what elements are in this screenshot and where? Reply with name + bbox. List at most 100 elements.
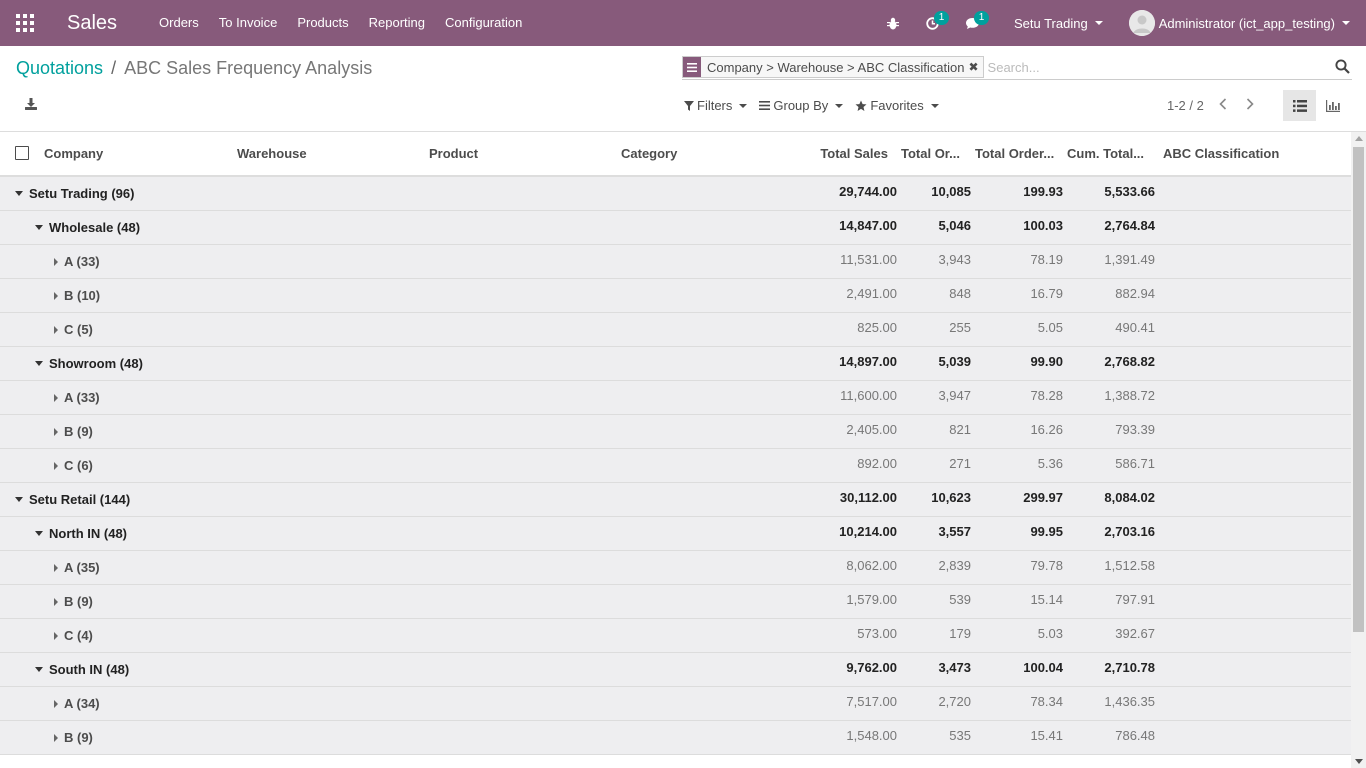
group-row[interactable]: B (9) 1,579.00 539 15.14 797.91 [0, 585, 1351, 619]
chat-icon[interactable]: 1 [962, 0, 989, 46]
group-name: A (34) [64, 696, 100, 711]
caret-right-icon [54, 393, 58, 402]
pager: 1-2 / 2 [1167, 98, 1264, 113]
favorites-label: Favorites [870, 98, 924, 113]
group-row[interactable]: South IN (48) 9,762.00 3,473 100.04 2,710.78 [0, 653, 1351, 687]
menu-item-configuration[interactable]: Configuration [435, 0, 532, 46]
column-header-company[interactable]: Company [44, 146, 103, 161]
scroll-down-arrow-icon[interactable] [1355, 759, 1363, 764]
total-order-pct-cell: 16.26 [1030, 422, 1063, 437]
group-row[interactable]: A (34) 7,517.00 2,720 78.34 1,436.35 [0, 687, 1351, 721]
group-row[interactable]: C (6) 892.00 271 5.36 586.71 [0, 449, 1351, 483]
group-row[interactable]: Setu Trading (96) 29,744.00 10,085 199.93 5,… [0, 177, 1351, 211]
group-row[interactable]: Showroom (48) 14,897.00 5,039 99.90 2,768.82 [0, 347, 1351, 381]
search-options: Filters Group By Favorites [684, 98, 951, 113]
download-icon[interactable] [24, 97, 40, 113]
search-icon[interactable] [1335, 59, 1350, 77]
total-orders-cell: 10,085 [931, 184, 971, 199]
total-orders-cell: 2,720 [938, 694, 971, 709]
group-row-label: C (5) [54, 322, 93, 337]
group-row[interactable]: A (35) 8,062.00 2,839 79.78 1,512.58 [0, 551, 1351, 585]
group-row[interactable]: Wholesale (48) 14,847.00 5,046 100.03 2,764.… [0, 211, 1351, 245]
group-row-label: Wholesale (48) [35, 220, 140, 235]
favorites-button[interactable]: Favorites [855, 98, 939, 113]
menu-item-to-invoice[interactable]: To Invoice [209, 0, 288, 46]
breadcrumb-quotations-link[interactable]: Quotations [16, 58, 103, 79]
pager-value[interactable]: 1-2 / 2 [1167, 98, 1204, 113]
filters-label: Filters [697, 98, 733, 113]
total-orders-cell: 3,943 [938, 252, 971, 267]
group-name: B (10) [64, 288, 101, 303]
total-sales-cell: 29,744.00 [839, 184, 897, 199]
total-orders-cell: 5,046 [938, 218, 971, 233]
group-row[interactable]: B (9) 2,405.00 821 16.26 793.39 [0, 415, 1351, 449]
graph-view-icon[interactable] [1316, 90, 1349, 121]
caret-right-icon [54, 563, 58, 572]
company-switcher[interactable]: Setu Trading [1014, 16, 1103, 31]
total-order-pct-cell: 78.19 [1030, 252, 1063, 267]
menu-item-orders[interactable]: Orders [149, 0, 209, 46]
company-switcher-label: Setu Trading [1013, 15, 1088, 31]
vertical-scrollbar[interactable] [1351, 132, 1366, 768]
column-header-total-sales[interactable]: Total Sales [760, 146, 888, 161]
page-title: ABC Sales Frequency Analysis [124, 58, 373, 78]
total-sales-cell: 2,405.00 [846, 422, 897, 437]
pager-next-icon[interactable] [1237, 98, 1264, 113]
group-name: B (9) [64, 730, 93, 745]
activity-clock-icon[interactable]: 1 [922, 0, 949, 46]
column-header-warehouse[interactable]: Warehouse [237, 146, 307, 161]
group-row[interactable]: A (33) 11,600.00 3,947 78.28 1,388.72 [0, 381, 1351, 415]
pager-previous-icon[interactable] [1210, 98, 1237, 113]
user-menu[interactable]: Administrator (ict_app_testing) [1128, 10, 1350, 36]
group-by-button[interactable]: Group By [759, 98, 844, 113]
search-facet-label: Company > Warehouse > ABC Classification [707, 59, 965, 75]
list-view-icon[interactable] [1283, 90, 1316, 121]
total-order-pct-cell: 5.03 [1037, 626, 1063, 641]
search-bar: Company > Warehouse > ABC Classification… [682, 55, 1352, 80]
group-row-label: North IN (48) [35, 526, 127, 541]
group-row-label: B (9) [54, 424, 93, 439]
group-name: A (35) [64, 560, 100, 575]
group-row[interactable]: Setu Retail (144) 30,112.00 10,623 299.97 8,… [0, 483, 1351, 517]
group-row[interactable]: B (9) 1,548.00 535 15.41 786.48 [0, 721, 1351, 755]
column-header-cum-total[interactable]: Cum. Total... [1067, 146, 1144, 161]
group-row[interactable]: C (4) 573.00 179 5.03 392.67 [0, 619, 1351, 653]
group-row[interactable]: B (10) 2,491.00 848 16.79 882.94 [0, 279, 1351, 313]
column-header-abc-classification[interactable]: ABC Classification [1163, 146, 1279, 161]
select-all-checkbox[interactable] [15, 146, 29, 160]
cum-total-cell: 1,512.58 [1104, 558, 1155, 573]
caret-right-icon [54, 461, 58, 470]
column-header-total-order-pct[interactable]: Total Order... [975, 146, 1054, 161]
total-orders-cell: 3,947 [938, 388, 971, 403]
column-header-total-orders[interactable]: Total Or... [900, 146, 960, 161]
menu-item-reporting[interactable]: Reporting [359, 0, 435, 46]
group-name: Showroom (48) [49, 356, 143, 371]
total-sales-cell: 11,531.00 [840, 252, 897, 267]
app-brand[interactable]: Sales [67, 12, 117, 35]
group-row-label: Setu Trading (96) [15, 186, 134, 201]
scroll-up-arrow-icon[interactable] [1355, 136, 1363, 141]
caret-right-icon [54, 733, 58, 742]
group-name: C (5) [64, 322, 93, 337]
total-sales-cell: 11,600.00 [840, 388, 897, 403]
group-row[interactable]: A (33) 11,531.00 3,943 78.19 1,391.49 [0, 245, 1351, 279]
bug-icon[interactable] [882, 0, 904, 46]
filters-button[interactable]: Filters [684, 98, 748, 113]
group-name: Setu Trading (96) [29, 186, 135, 201]
facet-remove-icon[interactable]: ✖ [968, 60, 982, 74]
avatar [1128, 10, 1155, 36]
cum-total-cell: 882.94 [1115, 286, 1155, 301]
total-orders-cell: 255 [949, 320, 971, 335]
search-input[interactable] [987, 59, 1338, 75]
group-row[interactable]: C (5) 825.00 255 5.05 490.41 [0, 313, 1351, 347]
cum-total-cell: 392.67 [1115, 626, 1155, 641]
column-header-category[interactable]: Category [621, 146, 677, 161]
scrollbar-thumb[interactable] [1353, 147, 1364, 632]
menu-item-products[interactable]: Products [287, 0, 358, 46]
total-order-pct-cell: 78.28 [1030, 388, 1063, 403]
column-header-product[interactable]: Product [429, 146, 478, 161]
group-row[interactable]: North IN (48) 10,214.00 3,557 99.95 2,703.16 [0, 517, 1351, 551]
apps-menu-icon[interactable] [0, 0, 50, 46]
total-order-pct-cell: 100.04 [1023, 660, 1063, 675]
total-sales-cell: 30,112.00 [839, 490, 897, 505]
